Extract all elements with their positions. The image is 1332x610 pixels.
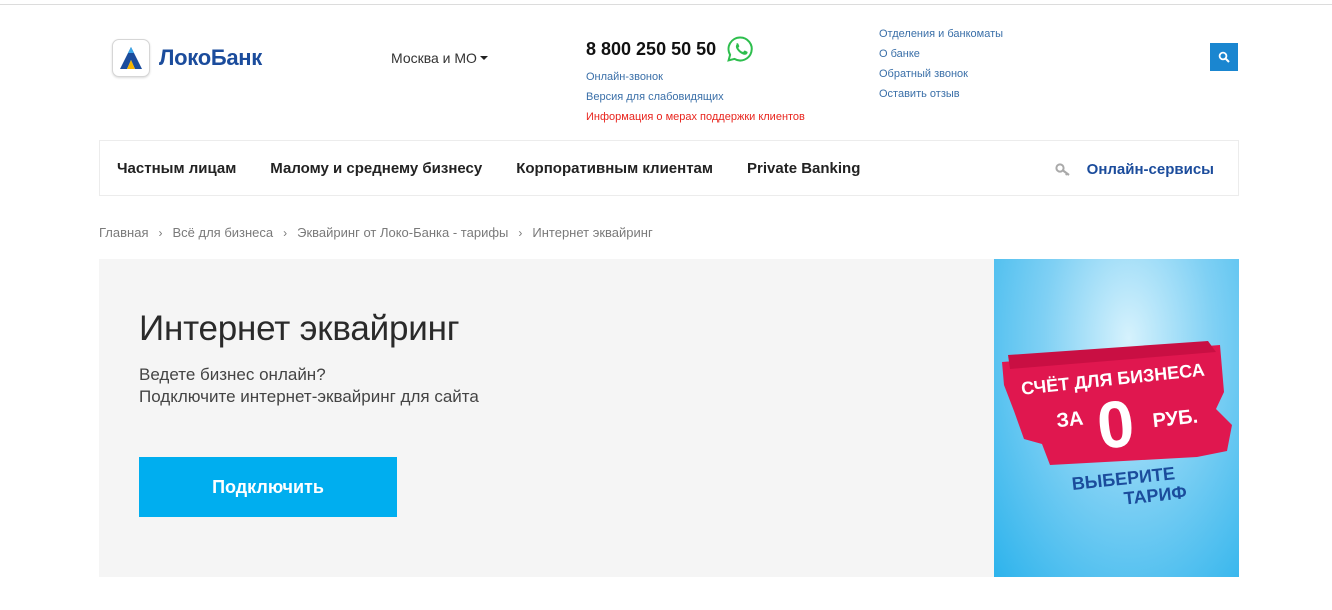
logo-text: ЛокоБанк [159,45,262,70]
main-nav: Частным лицам Малому и среднему бизнесу … [99,140,1239,196]
nav-item-small-business[interactable]: Малому и среднему бизнесу [270,160,482,177]
about-bank-link[interactable]: О банке [879,47,1003,61]
hero-lead: Ведете бизнес онлайн? Подключите интерне… [139,364,479,408]
whatsapp-icon[interactable] [726,35,754,63]
online-services-label: Онлайн-сервисы [1086,161,1214,178]
phone-sub-links: Онлайн-звонок Версия для слабовидящих Ин… [586,70,805,124]
page-title: Интернет эквайринг [139,309,460,348]
banner-zero: 0 [1093,385,1137,462]
online-call-link[interactable]: Онлайн-звонок [586,70,805,84]
online-services-link[interactable]: Онлайн-сервисы [1055,161,1214,178]
accessible-version-link[interactable]: Версия для слабовидящих [586,90,805,104]
phone-block: 8 800 250 50 50 [586,35,754,63]
search-button[interactable] [1210,43,1238,71]
nav-item-individuals[interactable]: Частным лицам [117,160,236,177]
nav-item-private-banking[interactable]: Private Banking [747,160,860,177]
header-side-links: Отделения и банкоматы О банке Обратный з… [879,27,1003,101]
hero-lead-line2: Подключите интернет-эквайринг для сайта [139,387,479,406]
key-icon [1055,162,1070,176]
hero-lead-line1: Ведете бизнес онлайн? [139,365,326,384]
chevron-right-icon: › [283,225,288,240]
city-label: Москва и МО [391,50,477,66]
chevron-right-icon: › [158,225,163,240]
connect-button[interactable]: Подключить [139,457,397,517]
callback-link[interactable]: Обратный звонок [879,67,1003,81]
support-measures-link[interactable]: Информация о мерах поддержки клиентов [586,110,805,124]
top-divider [0,4,1332,5]
promo-banner-art: СЧЁТ ДЛЯ БИЗНЕСА ЗА 0 РУБ. ВЫБЕРИТЕ ТАРИ… [1002,341,1232,509]
breadcrumb-current: Интернет эквайринг [532,225,653,240]
promo-banner[interactable]: СЧЁТ ДЛЯ БИЗНЕСА ЗА 0 РУБ. ВЫБЕРИТЕ ТАРИ… [994,259,1239,577]
branches-atms-link[interactable]: Отделения и банкоматы [879,27,1003,41]
chevron-right-icon: › [518,225,523,240]
leave-review-link[interactable]: Оставить отзыв [879,87,1003,101]
breadcrumb-business[interactable]: Всё для бизнеса [172,225,273,240]
breadcrumb-acquiring-tariffs[interactable]: Эквайринг от Локо-Банка - тарифы [297,225,508,240]
city-selector[interactable]: Москва и МО [391,50,488,66]
phone-number[interactable]: 8 800 250 50 50 [586,39,716,60]
breadcrumb: Главная › Всё для бизнеса › Эквайринг от… [99,225,653,240]
nav-item-corporate[interactable]: Корпоративным клиентам [516,160,713,177]
caret-down-icon [479,56,488,60]
search-icon [1218,51,1230,63]
logo-icon [112,39,150,77]
breadcrumb-home[interactable]: Главная [99,225,148,240]
hero-section: Интернет эквайринг Ведете бизнес онлайн?… [99,259,994,577]
logo[interactable]: ЛокоБанк [112,39,262,77]
banner-za: ЗА [1055,408,1084,433]
